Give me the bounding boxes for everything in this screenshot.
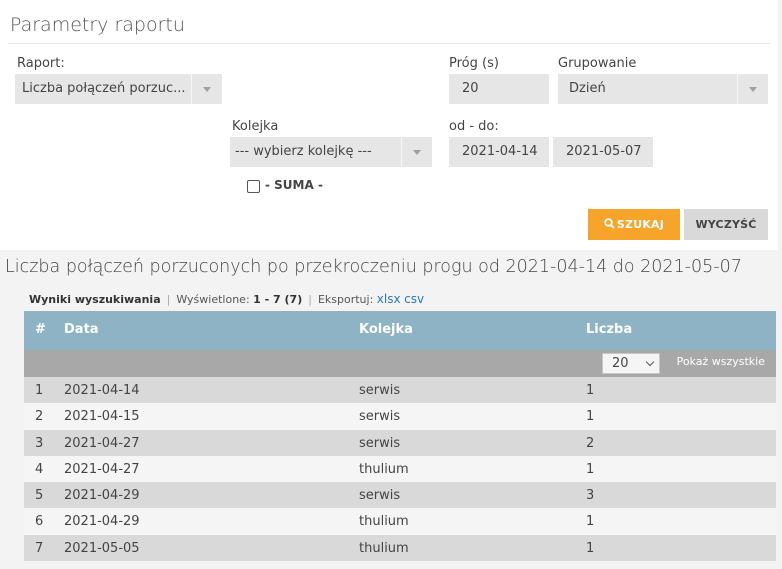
- grouping-label: Grupowanie: [558, 56, 637, 71]
- report-select[interactable]: Liczba połączeń porzuc...: [15, 74, 222, 104]
- row-queue: serwis: [359, 409, 401, 425]
- results-label: Wyniki wyszukiwania: [29, 293, 161, 306]
- row-num: 4: [35, 461, 44, 477]
- shown-value: 1 - 7 (7): [253, 293, 303, 306]
- row-num: 5: [35, 488, 44, 504]
- row-count: 1: [586, 383, 595, 398]
- row-queue: serwis: [359, 383, 401, 398]
- table-row: 5 2021-04-29 serwis 3: [24, 482, 776, 509]
- report-parameters-panel: Parametry raportu Raport: Liczba połącze…: [0, 0, 778, 250]
- queue-label: Kolejka: [232, 119, 279, 134]
- search-button[interactable]: SZUKAJ: [588, 209, 680, 240]
- row-num: 1: [35, 383, 44, 398]
- row-queue: serwis: [359, 488, 401, 504]
- chevron-down-icon: [191, 74, 222, 104]
- row-num: 3: [35, 435, 44, 451]
- row-date: 2021-04-14: [64, 383, 140, 398]
- grouping-select[interactable]: Dzień: [558, 74, 768, 104]
- report-label: Raport:: [17, 56, 65, 71]
- row-count: 1: [586, 514, 595, 530]
- row-date: 2021-04-29: [64, 514, 140, 530]
- date-range-label: od - do:: [449, 119, 499, 134]
- export-csv-link[interactable]: csv: [404, 292, 424, 306]
- export-label: Eksportuj:: [317, 293, 374, 306]
- row-num: 7: [35, 540, 44, 556]
- table-row: 2 2021-04-15 serwis 1: [24, 403, 776, 430]
- results-table: # Data Kolejka Liczba 20 Pokaż wszystkie…: [24, 311, 776, 562]
- search-icon: [604, 218, 615, 229]
- page-size-select[interactable]: 20: [602, 353, 660, 374]
- table-row: 7 2021-05-05 thulium 1: [24, 534, 776, 562]
- sum-checkbox[interactable]: [247, 180, 260, 193]
- show-all-link[interactable]: Pokaż wszystkie: [677, 355, 765, 368]
- clear-button[interactable]: WYCZYŚĆ: [684, 209, 768, 240]
- column-header-queue[interactable]: Kolejka: [359, 322, 413, 337]
- panel-divider: [8, 43, 770, 44]
- row-queue: thulium: [359, 514, 409, 530]
- chevron-down-icon: [401, 137, 432, 167]
- table-row: 3 2021-04-27 serwis 2: [24, 429, 776, 456]
- row-num: 6: [35, 514, 44, 530]
- row-count: 1: [586, 409, 595, 425]
- date-to-input[interactable]: 2021-05-07: [553, 137, 653, 167]
- sum-checkbox-label: - SUMA -: [265, 178, 323, 192]
- table-row: 1 2021-04-14 serwis 1: [24, 377, 776, 404]
- export-xlsx-link[interactable]: xlsx: [377, 292, 401, 306]
- row-queue: thulium: [359, 540, 409, 556]
- queue-select[interactable]: --- wybierz kolejkę ---: [230, 137, 432, 167]
- row-date: 2021-04-27: [64, 435, 140, 451]
- pagination-bar: 20 Pokaż wszystkie: [24, 350, 776, 377]
- column-header-date[interactable]: Data: [64, 322, 99, 337]
- row-num: 2: [35, 409, 44, 425]
- report-title: Liczba połączeń porzuconych po przekrocz…: [5, 257, 742, 277]
- panel-title: Parametry raportu: [10, 14, 185, 36]
- column-header-count[interactable]: Liczba: [586, 322, 632, 337]
- row-date: 2021-04-15: [64, 409, 140, 425]
- row-count: 1: [586, 461, 595, 477]
- row-queue: serwis: [359, 435, 401, 451]
- report-select-value: Liczba połączeń porzuc...: [22, 81, 186, 96]
- row-count: 3: [586, 488, 595, 504]
- table-row: 6 2021-04-29 thulium 1: [24, 508, 776, 535]
- table-header: # Data Kolejka Liczba: [24, 311, 776, 350]
- date-from-input[interactable]: 2021-04-14: [449, 137, 549, 167]
- search-button-label: SZUKAJ: [616, 218, 665, 231]
- row-count: 2: [586, 435, 595, 451]
- row-count: 1: [586, 540, 595, 556]
- row-date: 2021-04-29: [64, 488, 140, 504]
- shown-label: Wyświetlone:: [176, 293, 250, 306]
- queue-select-value: --- wybierz kolejkę ---: [235, 144, 372, 159]
- chevron-down-icon: [737, 74, 768, 104]
- row-date: 2021-05-05: [64, 540, 140, 556]
- table-row: 4 2021-04-27 thulium 1: [24, 455, 776, 483]
- column-header-num: #: [35, 322, 46, 337]
- threshold-label: Próg (s): [449, 56, 499, 71]
- grouping-select-value: Dzień: [569, 81, 606, 96]
- results-meta: Wyniki wyszukiwania | Wyświetlone: 1 - 7 (…: [29, 292, 425, 306]
- threshold-input[interactable]: 20: [449, 74, 549, 104]
- row-date: 2021-04-27: [64, 461, 140, 477]
- row-queue: thulium: [359, 461, 409, 477]
